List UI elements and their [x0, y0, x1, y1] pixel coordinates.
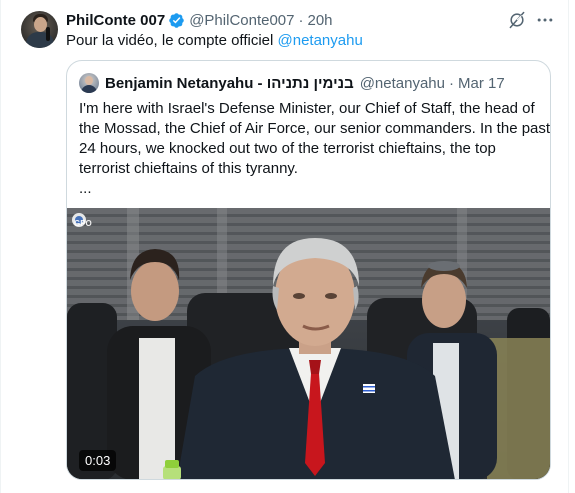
video-duration: 0:03 — [79, 450, 117, 471]
tweet-body: Pour la vidéo, le compte officiel — [66, 32, 278, 49]
timeline-border-left — [0, 0, 1, 493]
quoted-text-line: the Mossad, the Chief of Air Force, our … — [79, 120, 551, 137]
quoted-tweet[interactable]: Benjamin Netanyahu - בנימין נתניהו @neta… — [66, 60, 551, 480]
quoted-separator-dot: · — [449, 74, 454, 92]
tweet-header: PhilConte 007 @PhilConte007 · 20h — [66, 10, 333, 30]
separator-dot: · — [298, 11, 304, 29]
video-frame — [67, 208, 550, 479]
grok-icon[interactable] — [507, 10, 527, 30]
timeline-border-right — [568, 0, 569, 493]
avatar[interactable] — [21, 11, 58, 48]
author-name[interactable]: PhilConte 007 — [66, 12, 165, 29]
quoted-text-ellipsis: ... — [79, 180, 92, 197]
video-player[interactable]: GPO 0:03 — [67, 208, 550, 479]
quoted-author-handle[interactable]: @netanyahu — [360, 75, 445, 92]
quoted-text-line: 24 hours, we knocked out two of the terr… — [79, 140, 496, 157]
tweet-text: Pour la vidéo, le compte officiel @netan… — [66, 31, 363, 51]
verified-badge-icon — [169, 12, 184, 28]
video-watermark: GPO — [74, 219, 92, 228]
quoted-text: I'm here with Israel's Defense Minister,… — [79, 99, 551, 199]
quoted-avatar[interactable] — [79, 73, 99, 93]
mention-link[interactable]: @netanyahu — [278, 32, 363, 49]
more-options-icon[interactable] — [535, 10, 555, 30]
quoted-date[interactable]: Mar 17 — [458, 75, 505, 92]
quoted-header: Benjamin Netanyahu - בנימין נתניהו @neta… — [105, 73, 505, 93]
tweet-timestamp[interactable]: 20h — [308, 12, 333, 29]
quoted-author-name[interactable]: Benjamin Netanyahu - בנימין נתניהו — [105, 75, 354, 92]
author-handle[interactable]: @PhilConte007 — [189, 12, 294, 29]
quoted-text-line: I'm here with Israel's Defense Minister,… — [79, 100, 535, 117]
quoted-text-line: terrorist chieftains of this tyranny. — [79, 160, 298, 177]
